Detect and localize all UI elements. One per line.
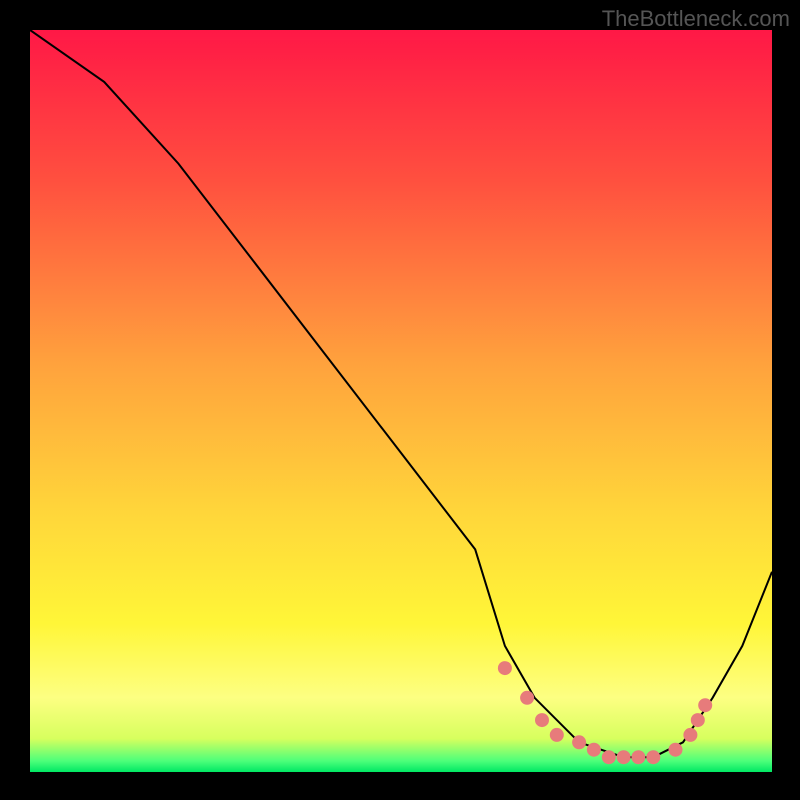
highlight-point: [498, 661, 512, 675]
gradient-background: [30, 30, 772, 772]
highlight-point: [691, 713, 705, 727]
watermark-label: TheBottleneck.com: [602, 6, 790, 32]
highlight-point: [669, 743, 683, 757]
chart-svg: [30, 30, 772, 772]
highlight-point: [698, 698, 712, 712]
chart-container: TheBottleneck.com: [0, 0, 800, 800]
plot-area: [30, 30, 772, 772]
highlight-point: [602, 750, 616, 764]
highlight-point: [646, 750, 660, 764]
highlight-point: [631, 750, 645, 764]
highlight-point: [617, 750, 631, 764]
highlight-point: [550, 728, 564, 742]
highlight-point: [535, 713, 549, 727]
highlight-point: [683, 728, 697, 742]
highlight-point: [587, 743, 601, 757]
highlight-point: [572, 735, 586, 749]
highlight-point: [520, 691, 534, 705]
